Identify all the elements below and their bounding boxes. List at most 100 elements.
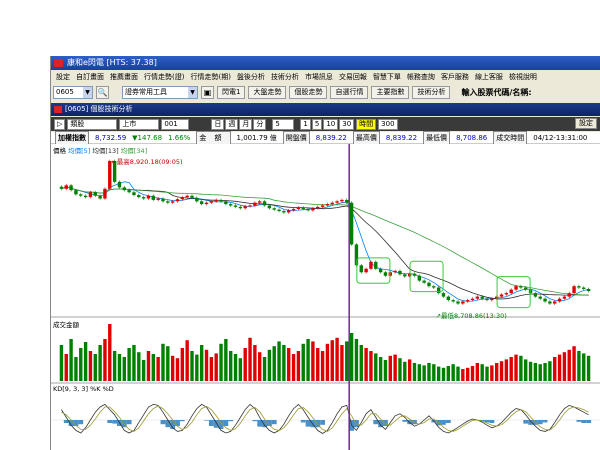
count-button[interactable]: 10 [323, 118, 339, 130]
kd-histogram-bar [441, 420, 446, 425]
candle-body [432, 286, 436, 288]
menu-item[interactable]: 客戶服務 [438, 71, 472, 83]
candle-body [422, 280, 426, 283]
candle-body [436, 287, 441, 294]
candle-body [316, 206, 320, 209]
search-icon[interactable]: 🔍 [96, 85, 109, 99]
candle-body [258, 201, 262, 203]
highlight-box [409, 260, 444, 293]
candle-body [465, 300, 470, 302]
menu-item[interactable]: 盤後分析 [234, 71, 268, 83]
chevron-down-icon[interactable]: ▼ [83, 86, 92, 98]
candle-body [378, 268, 383, 273]
count-button[interactable]: 1 [300, 118, 311, 130]
high-annotation: ←最高8,920.18(09:05) [111, 157, 182, 166]
volume-bar [151, 354, 156, 381]
candle-body [451, 300, 455, 302]
settings-button[interactable]: 設定 [575, 118, 597, 129]
volume-bar [374, 353, 378, 381]
count-button[interactable]: 5 [311, 118, 323, 130]
toolbar-button[interactable]: 主要指數 [371, 85, 410, 99]
highlight-box [496, 276, 531, 309]
toolbar-button[interactable]: 個股走勢 [289, 85, 328, 99]
candle-body [514, 286, 518, 290]
volume-bar [369, 351, 373, 381]
chevron-down-icon[interactable]: ▼ [188, 86, 197, 98]
chart-area[interactable]: 價格 均價[5] 均價[13] 均價[34] 成交金額 KD[9, 3, 3] … [51, 144, 600, 450]
toolbar-button[interactable]: 技術分析 [412, 85, 451, 99]
menu-item[interactable]: 技術分析 [268, 71, 302, 83]
volume-bar [146, 351, 151, 381]
low-annotation: ↗最低8,708.86(13:30) [436, 311, 507, 320]
candle-body [461, 301, 465, 304]
menu-item[interactable]: 行情走勢(期) [187, 71, 233, 83]
minute-select[interactable]: 5 [272, 118, 295, 130]
volume-bar [161, 343, 165, 381]
volume-bar [214, 353, 218, 381]
period-button[interactable]: 週 [225, 118, 239, 130]
menu-item[interactable]: 行情走勢(證) [141, 71, 187, 83]
volume-bar [170, 355, 175, 381]
menu-item[interactable]: 線上客服 [472, 71, 506, 83]
candle-body [83, 195, 88, 198]
volume-bar [490, 365, 494, 381]
volume-bar [112, 351, 117, 381]
play-button[interactable]: ▷ [54, 118, 66, 130]
screen-icon[interactable]: ▣ [201, 85, 214, 99]
menu-item[interactable]: 推薦畫面 [107, 71, 141, 83]
ma13-label: 均價[13] [92, 147, 119, 155]
market-select[interactable]: 上市 [119, 118, 160, 130]
kd-histogram-bar [300, 420, 306, 423]
type-select-value: 類股 [70, 119, 85, 128]
volume-bar [296, 351, 301, 381]
menu-item[interactable]: 智慧下單 [370, 71, 404, 83]
volume-bar [378, 357, 383, 381]
menu-item[interactable]: 設定 [53, 71, 73, 83]
candle-body [103, 188, 107, 199]
menu-item[interactable]: 檢視說明 [506, 71, 540, 83]
volume-bar [93, 354, 97, 381]
type-select[interactable]: 類股 [67, 118, 118, 130]
menu-item[interactable]: 自訂畫面 [73, 71, 107, 83]
menu-item[interactable]: 市場訊息 [302, 71, 336, 83]
kd-histogram-bar [213, 420, 219, 428]
volume-bar [233, 354, 238, 381]
period-button[interactable]: 分 [253, 118, 267, 130]
toolbar-button[interactable]: 閃電1 [217, 85, 246, 99]
period-button[interactable]: 日 [211, 118, 225, 130]
ma34-line [61, 186, 589, 296]
candle-body [509, 289, 513, 294]
menu-item[interactable]: 交易回報 [336, 71, 370, 83]
candle-body [243, 206, 247, 209]
candle-body [364, 268, 368, 273]
volume-bar [335, 337, 339, 381]
count-button[interactable]: 30 [339, 118, 355, 130]
stock-code-combo[interactable]: 0605 ▼ [53, 85, 93, 99]
candle-body [499, 294, 504, 297]
candle-body [88, 192, 93, 198]
toolbar-button[interactable]: 自選行情 [330, 85, 369, 99]
volume-bar [582, 353, 586, 381]
candle-body [306, 208, 310, 211]
volume-bar [441, 367, 446, 381]
d-label: %D [102, 385, 114, 393]
volume-bar [519, 355, 523, 381]
volume-bar [306, 339, 310, 381]
tool-select[interactable]: 證券常用工具 ▼ [122, 85, 198, 99]
candle-body [562, 296, 567, 299]
candle-body [180, 197, 185, 200]
kd-histogram-bar [160, 420, 166, 425]
period-button[interactable]: 月 [239, 118, 253, 130]
code-select[interactable]: 001 [161, 118, 190, 130]
candle-body [553, 301, 557, 304]
menu-item[interactable]: 帳務查詢 [404, 71, 438, 83]
bars-count-field[interactable]: 300 [378, 118, 398, 130]
candle-body [69, 185, 73, 191]
stock-input-prompt: 輸入股票代碼/名稱: [461, 87, 532, 97]
low-label: 最低價 [423, 130, 451, 145]
candle-body [156, 198, 160, 200]
volume-bar [465, 367, 470, 381]
toolbar-button[interactable]: 大盤走勢 [248, 85, 287, 99]
time-mode-button[interactable]: 時間 [356, 118, 377, 130]
candle-body [572, 286, 576, 294]
